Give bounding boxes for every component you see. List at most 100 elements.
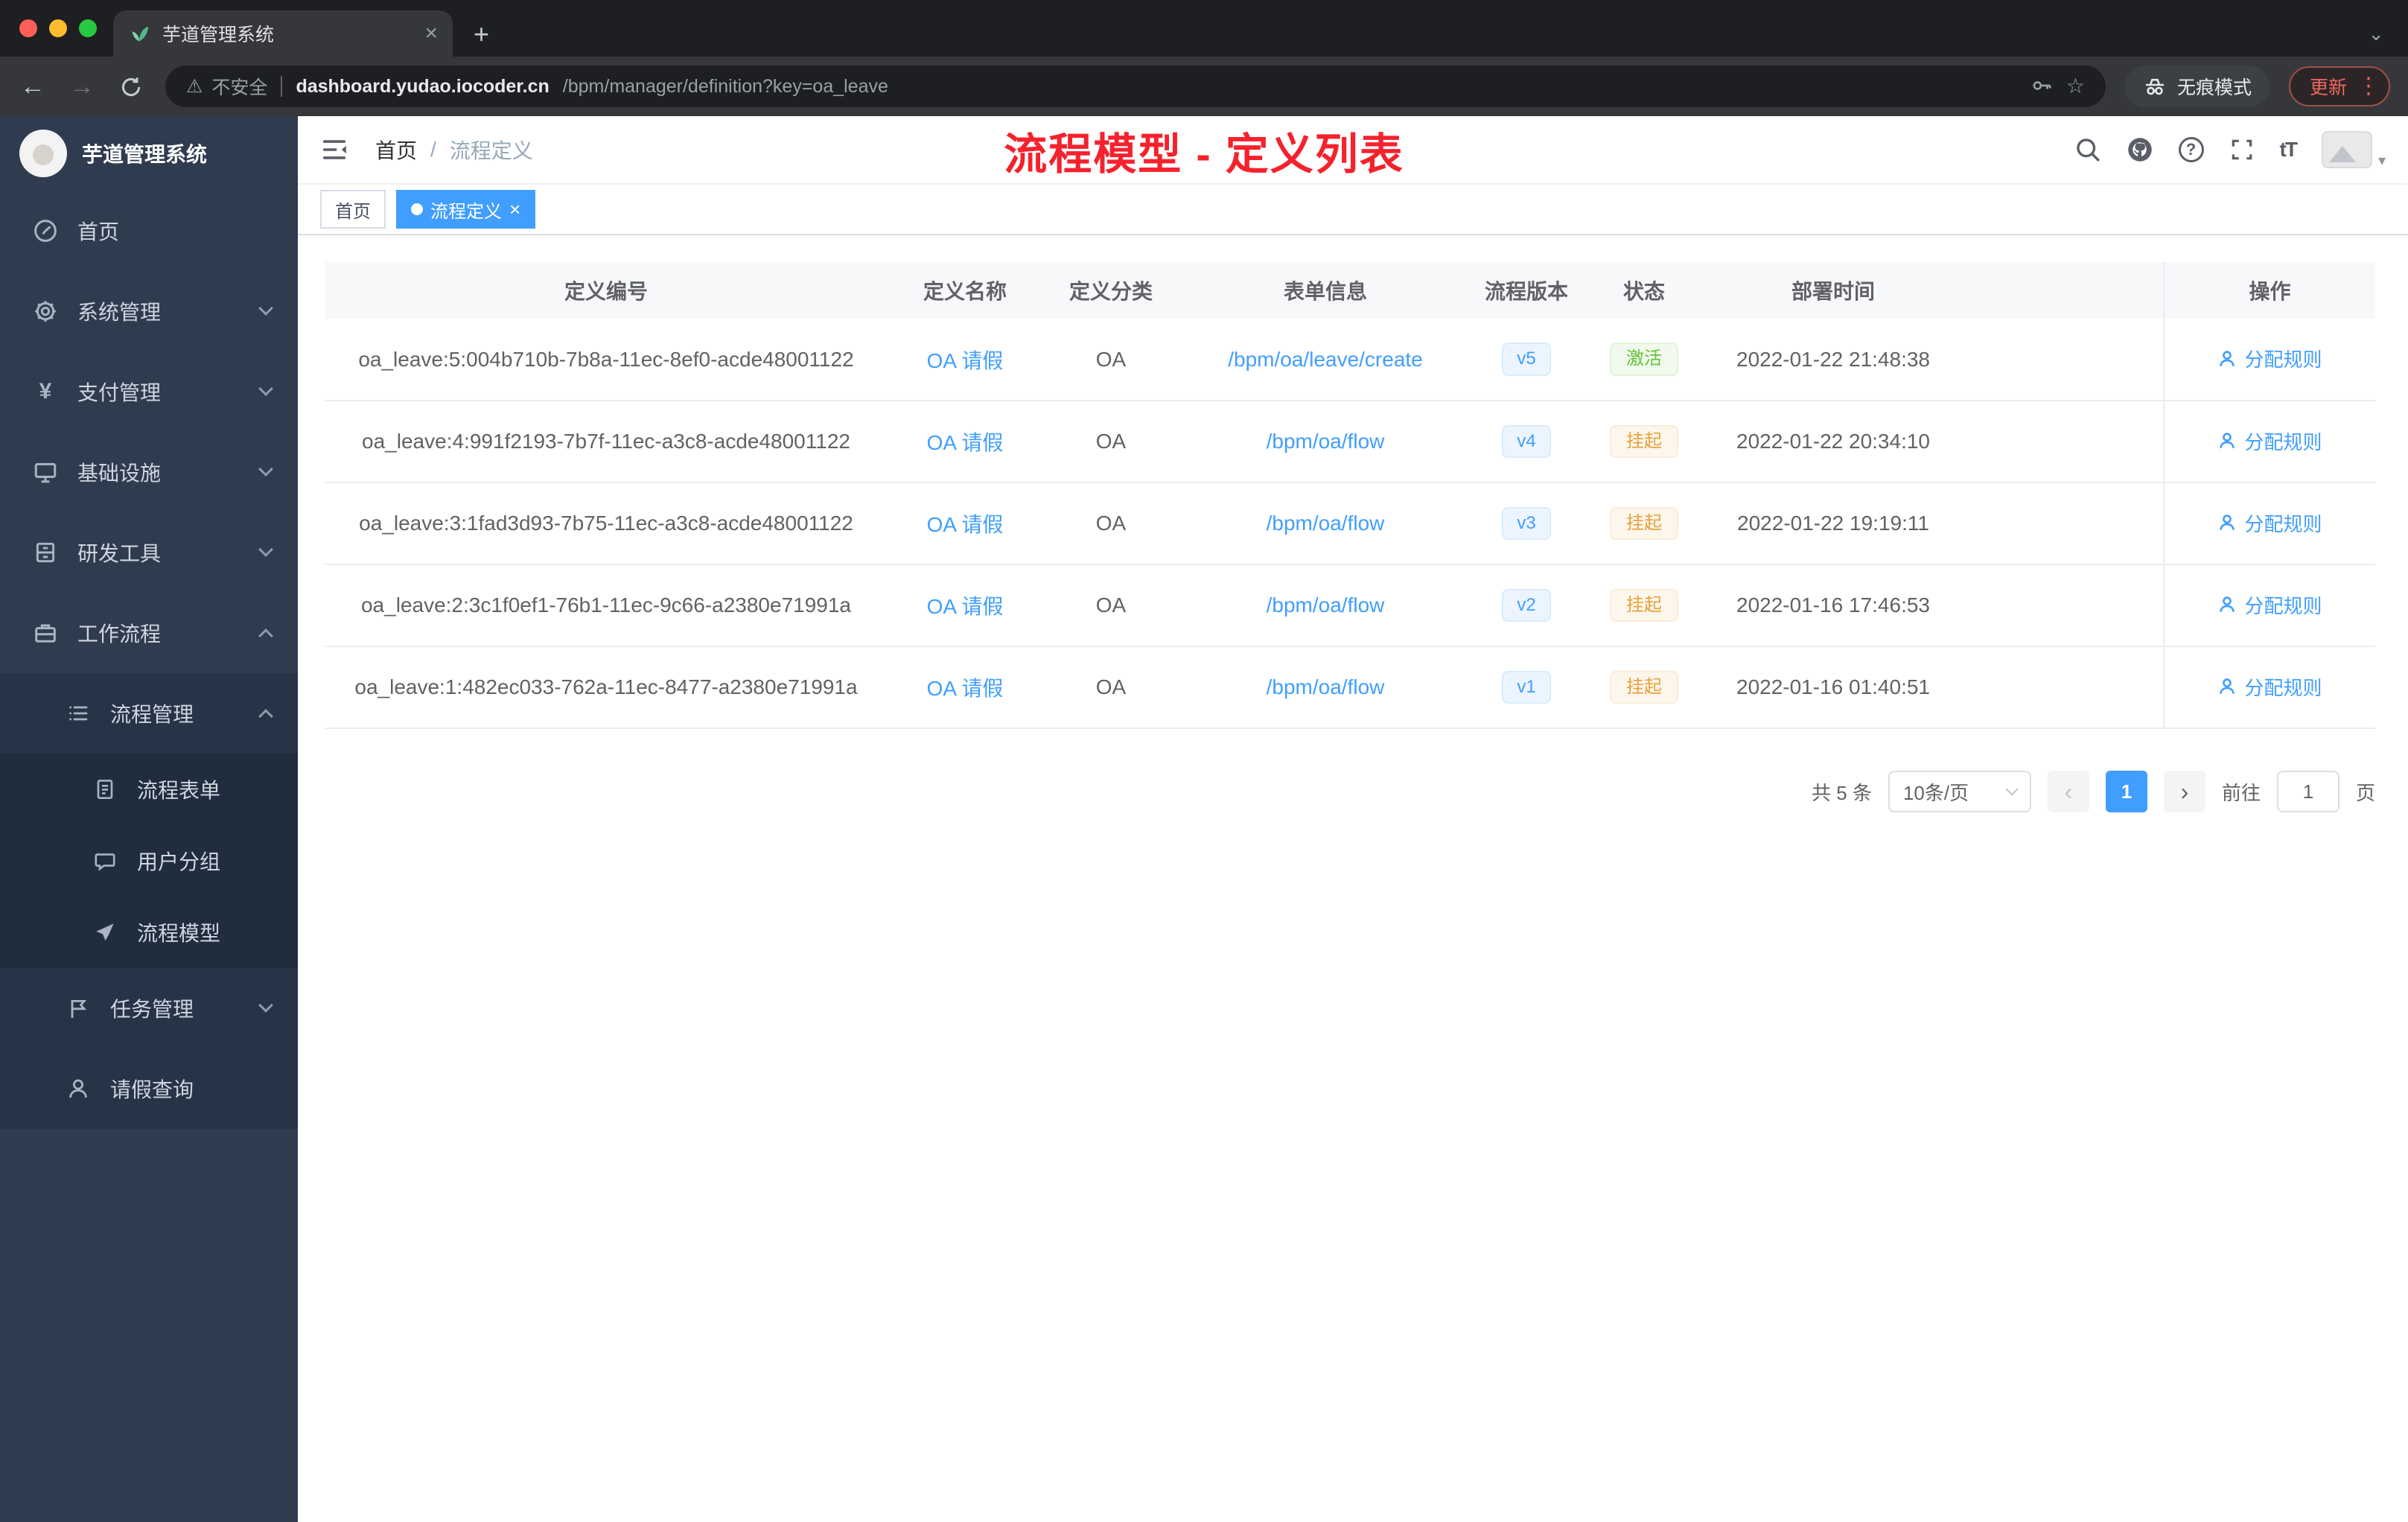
status-badge: 挂起	[1610, 670, 1678, 704]
url-host: dashboard.yudao.iocoder.cn	[296, 75, 550, 97]
sidebar-logo[interactable]: 芋道管理系统	[0, 116, 298, 191]
col-definition-category: 定义分类	[1042, 262, 1179, 319]
form-info-link[interactable]: /bpm/oa/flow	[1267, 512, 1385, 535]
warning-icon: ⚠	[186, 76, 203, 97]
comment-icon	[92, 848, 118, 873]
col-definition-id: 定义编号	[325, 262, 888, 319]
breadcrumb-home[interactable]: 首页	[375, 135, 417, 165]
maximize-window-button[interactable]	[79, 19, 97, 37]
definition-name-link[interactable]: OA 请假	[927, 595, 1004, 618]
page-unit-label: 页	[2355, 781, 2375, 804]
page-size-select[interactable]: 10条/页	[1888, 771, 2031, 812]
sidebar-item-leave-query[interactable]: 请假查询	[0, 1048, 298, 1129]
sidebar-item-payment[interactable]: ¥ 支付管理	[0, 351, 298, 432]
definition-name-link[interactable]: OA 请假	[927, 349, 1004, 372]
yen-icon: ¥	[39, 379, 52, 404]
logo-avatar	[19, 130, 67, 177]
tab-title: 芋道管理系统	[162, 25, 275, 45]
deploy-time: 2022-01-16 01:40:51	[1707, 646, 1960, 729]
form-info-link[interactable]: /bpm/oa/flow	[1267, 430, 1385, 453]
bookmark-star-icon[interactable]: ☆	[2066, 76, 2085, 97]
monitor-icon	[33, 459, 58, 485]
address-bar[interactable]: ⚠ 不安全 dashboard.yudao.iocoder.cn /bpm/ma…	[165, 66, 2106, 107]
definition-name-link[interactable]: OA 请假	[927, 431, 1004, 454]
assign-rule-button[interactable]: 分配规则	[2217, 345, 2322, 372]
browser-window: 芋道管理系统 × + ⌄ ← → ⚠ 不安全 dashboard.yudao.i…	[0, 0, 2408, 1522]
total-count-label: 共 5 条	[1812, 781, 1872, 804]
search-icon[interactable]	[2074, 136, 2101, 163]
fullscreen-icon[interactable]	[2229, 137, 2255, 162]
navbar: 首页 / 流程定义 ? tT ▾	[298, 116, 2408, 185]
security-indicator[interactable]: ⚠ 不安全	[186, 73, 267, 100]
version-badge: v4	[1502, 424, 1551, 459]
tag-close-icon[interactable]: ×	[509, 200, 520, 219]
definition-name-link[interactable]: OA 请假	[927, 677, 1004, 700]
content: 定义编号 定义名称 定义分类 表单信息 流程版本 状态 部署时间 操作 oa_l…	[298, 235, 2408, 1522]
browser-menu-icon[interactable]: ⋮	[2357, 75, 2380, 98]
help-icon[interactable]: ?	[2178, 137, 2204, 162]
pagination: 共 5 条 10条/页 ‹ 1 › 前往 页	[325, 771, 2375, 812]
sidebar-collapse-icon[interactable]	[320, 137, 348, 162]
select-caret-icon	[2005, 783, 2019, 796]
table-row: oa_leave:2:3c1f0ef1-76b1-11ec-9c66-a2380…	[325, 564, 2375, 647]
breadcrumb: 首页 / 流程定义	[375, 135, 533, 165]
form-info-link[interactable]: /bpm/oa/flow	[1267, 675, 1385, 698]
security-label: 不安全	[211, 77, 268, 98]
reload-button[interactable]	[116, 74, 146, 98]
minimize-window-button[interactable]	[49, 19, 67, 37]
tag-home[interactable]: 首页	[320, 190, 386, 229]
logo-title: 芋道管理系统	[82, 143, 208, 166]
forward-button[interactable]: →	[67, 74, 97, 99]
chevron-up-icon	[258, 709, 273, 724]
avatar-image	[2321, 131, 2372, 168]
tag-process-definition[interactable]: 流程定义 ×	[396, 190, 536, 229]
main-area: 首页 / 流程定义 ? tT ▾ 首页 流程定义 × 定义编号 定义名称 定义分…	[298, 116, 2408, 1522]
password-key-icon[interactable]	[2030, 74, 2053, 100]
chevron-down-icon	[258, 462, 273, 477]
prev-page-button[interactable]: ‹	[2047, 771, 2089, 812]
table-row: oa_leave:3:1fad3d93-7b75-11ec-a3c8-acde4…	[325, 483, 2375, 565]
sidebar-item-infra[interactable]: 基础设施	[0, 432, 298, 512]
status-badge: 挂起	[1610, 506, 1678, 541]
next-page-button[interactable]: ›	[2163, 771, 2205, 812]
dashboard-icon	[33, 218, 58, 243]
tags-view-bar: 首页 流程定义 ×	[298, 185, 2408, 235]
form-info-link[interactable]: /bpm/oa/leave/create	[1228, 348, 1423, 371]
goto-label: 前往	[2221, 781, 2261, 804]
assign-rule-button[interactable]: 分配规则	[2217, 509, 2322, 537]
definition-id: oa_leave:2:3c1f0ef1-76b1-11ec-9c66-a2380…	[325, 564, 888, 647]
definition-category: OA	[1042, 646, 1179, 729]
update-chrome-button[interactable]: 更新 ⋮	[2288, 66, 2390, 106]
user-avatar[interactable]: ▾	[2321, 131, 2386, 168]
sidebar-item-process-model[interactable]: 流程模型	[0, 897, 298, 968]
github-icon[interactable]	[2127, 136, 2153, 163]
sidebar-item-home[interactable]: 首页	[0, 191, 298, 271]
browser-tab[interactable]: 芋道管理系统 ×	[113, 10, 453, 57]
definition-name-link[interactable]: OA 请假	[927, 513, 1004, 536]
tab-close-icon[interactable]: ×	[424, 22, 438, 45]
new-tab-button[interactable]: +	[474, 21, 489, 48]
sidebar-item-system[interactable]: 系统管理	[0, 271, 298, 351]
goto-page-input[interactable]	[2276, 771, 2339, 812]
sidebar-item-devtools[interactable]: 研发工具	[0, 512, 298, 593]
cabinet-icon	[33, 540, 58, 565]
back-button[interactable]: ←	[18, 74, 48, 99]
assign-rule-button[interactable]: 分配规则	[2217, 673, 2322, 701]
breadcrumb-separator: /	[430, 138, 436, 161]
sidebar-item-process-mgmt[interactable]: 流程管理	[0, 673, 298, 754]
definition-id: oa_leave:4:991f2193-7b7f-11ec-a3c8-acde4…	[325, 401, 888, 483]
table-row: oa_leave:4:991f2193-7b7f-11ec-a3c8-acde4…	[325, 401, 2375, 483]
form-info-link[interactable]: /bpm/oa/flow	[1267, 593, 1385, 617]
sidebar-item-process-form[interactable]: 流程表单	[0, 754, 298, 825]
page-1-button[interactable]: 1	[2105, 771, 2147, 812]
sidebar-item-user-group[interactable]: 用户分组	[0, 825, 298, 897]
sidebar-item-workflow[interactable]: 工作流程	[0, 593, 298, 673]
tab-search-chevron-icon[interactable]: ⌄	[2368, 24, 2384, 43]
sidebar-item-task-mgmt[interactable]: 任务管理	[0, 968, 298, 1048]
update-label: 更新	[2309, 77, 2347, 98]
font-size-icon[interactable]: tT	[2280, 138, 2298, 162]
assign-rule-button[interactable]: 分配规则	[2217, 427, 2322, 455]
assign-rule-button[interactable]: 分配规则	[2217, 591, 2322, 619]
favicon-leaf-icon	[128, 22, 150, 45]
close-window-button[interactable]	[19, 19, 37, 37]
